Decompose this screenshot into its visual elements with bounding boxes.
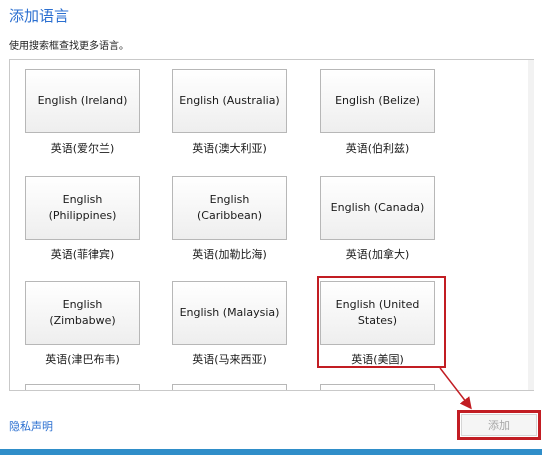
language-tile-english-australia[interactable]: English (Australia) xyxy=(172,69,287,133)
language-tile-english-caribbean[interactable]: English (Caribbean) xyxy=(172,176,287,240)
language-tile-partial[interactable] xyxy=(25,384,140,390)
language-label: 英语(爱尔兰) xyxy=(50,142,115,155)
language-tile-english-canada[interactable]: English (Canada) xyxy=(320,176,435,240)
language-tile-english-belize[interactable]: English (Belize) xyxy=(320,69,435,133)
page-title: 添加语言 xyxy=(9,7,70,25)
language-label: 英语(加勒比海) xyxy=(192,248,267,261)
language-tile-english-philippines[interactable]: English (Philippines) xyxy=(25,176,140,240)
language-label: 英语(马来西亚) xyxy=(192,353,267,366)
language-label: 英语(菲律宾) xyxy=(50,248,115,261)
language-label: 英语(伯利兹) xyxy=(345,142,410,155)
language-tile-partial[interactable] xyxy=(172,384,287,390)
bottom-bar xyxy=(0,449,542,455)
language-tile-english-ireland[interactable]: English (Ireland) xyxy=(25,69,140,133)
scrollbar[interactable] xyxy=(528,60,534,390)
page-subtitle: 使用搜索框查找更多语言。 xyxy=(9,41,129,52)
language-list[interactable]: English (Ireland) 英语(爱尔兰) English (Austr… xyxy=(9,59,534,391)
language-tile-partial[interactable] xyxy=(320,384,435,390)
language-tile-english-malaysia[interactable]: English (Malaysia) xyxy=(172,281,287,345)
language-label: 英语(加拿大) xyxy=(345,248,410,261)
selection-highlight xyxy=(317,276,446,368)
privacy-link[interactable]: 隐私声明 xyxy=(9,418,53,434)
add-button-highlight xyxy=(457,410,541,440)
language-label: 英语(津巴布韦) xyxy=(45,353,120,366)
language-label: 英语(澳大利亚) xyxy=(192,142,267,155)
language-tile-english-zimbabwe[interactable]: English (Zimbabwe) xyxy=(25,281,140,345)
